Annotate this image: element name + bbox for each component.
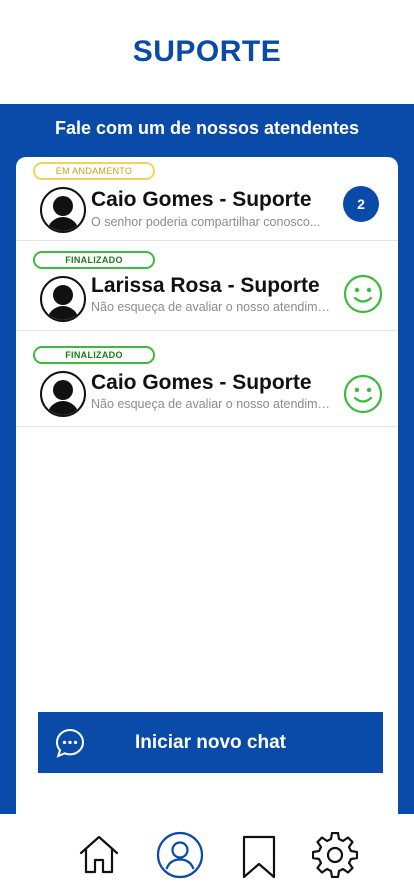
main-panel: Fale com um de nossos atendentes EM ANDA… bbox=[0, 104, 414, 817]
chat-list: EM ANDAMENTO Caio Gomes - Suporte O senh… bbox=[16, 157, 398, 817]
subtitle: Fale com um de nossos atendentes bbox=[54, 118, 360, 138]
chat-preview: O senhor poderia compartilhar conosco... bbox=[91, 215, 321, 229]
chat-name: Caio Gomes - Suporte bbox=[91, 371, 312, 394]
chat-name: Larissa Rosa - Suporte bbox=[91, 274, 320, 297]
page-title: SUPORTE bbox=[132, 35, 282, 68]
unread-count-badge: 2 bbox=[343, 186, 379, 222]
chat-preview: Não esqueça de avaliar o nosso atendimen… bbox=[91, 300, 333, 314]
chat-item[interactable]: FINALIZADO Larissa Rosa - Suporte Não es… bbox=[16, 241, 398, 331]
bookmark-icon[interactable] bbox=[236, 834, 282, 880]
status-badge: FINALIZADO bbox=[33, 346, 155, 364]
smiley-icon[interactable] bbox=[343, 374, 383, 414]
bottom-nav bbox=[0, 814, 414, 896]
chat-name: Caio Gomes - Suporte bbox=[91, 188, 312, 211]
gear-icon[interactable] bbox=[312, 832, 358, 878]
smiley-icon[interactable] bbox=[343, 274, 383, 314]
chat-item[interactable]: EM ANDAMENTO Caio Gomes - Suporte O senh… bbox=[16, 157, 398, 241]
status-badge: FINALIZADO bbox=[33, 251, 155, 269]
header: SUPORTE bbox=[0, 0, 414, 104]
avatar bbox=[40, 187, 86, 233]
home-icon[interactable] bbox=[76, 832, 122, 878]
chat-item[interactable]: FINALIZADO Caio Gomes - Suporte Não esqu… bbox=[16, 331, 398, 427]
chat-preview: Não esqueça de avaliar o nosso atendimen… bbox=[91, 397, 333, 411]
status-badge: EM ANDAMENTO bbox=[33, 162, 155, 180]
user-icon[interactable] bbox=[156, 831, 204, 879]
new-chat-label: Iniciar novo chat bbox=[135, 731, 286, 753]
avatar bbox=[40, 371, 86, 417]
avatar bbox=[40, 276, 86, 322]
new-chat-button[interactable]: Iniciar novo chat bbox=[38, 712, 383, 773]
